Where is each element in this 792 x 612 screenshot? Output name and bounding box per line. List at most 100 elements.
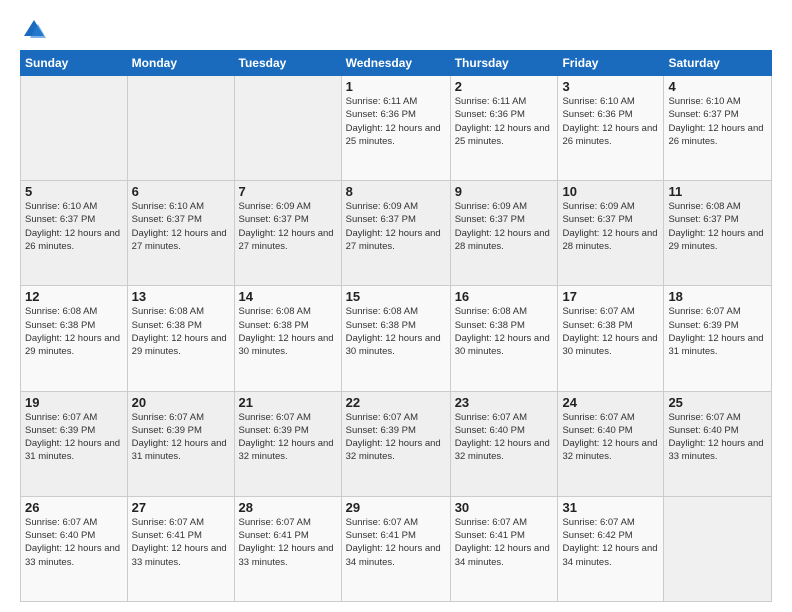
day-number: 13 xyxy=(132,289,230,304)
day-number: 21 xyxy=(239,395,337,410)
day-info: Sunrise: 6:07 AM Sunset: 6:39 PM Dayligh… xyxy=(25,411,123,464)
day-info: Sunrise: 6:07 AM Sunset: 6:40 PM Dayligh… xyxy=(455,411,554,464)
day-number: 25 xyxy=(668,395,767,410)
calendar-cell: 21Sunrise: 6:07 AM Sunset: 6:39 PM Dayli… xyxy=(234,391,341,496)
day-info: Sunrise: 6:08 AM Sunset: 6:38 PM Dayligh… xyxy=(455,305,554,358)
calendar-cell: 25Sunrise: 6:07 AM Sunset: 6:40 PM Dayli… xyxy=(664,391,772,496)
calendar-cell: 31Sunrise: 6:07 AM Sunset: 6:42 PM Dayli… xyxy=(558,496,664,601)
day-info: Sunrise: 6:07 AM Sunset: 6:38 PM Dayligh… xyxy=(562,305,659,358)
weekday-header-wednesday: Wednesday xyxy=(341,51,450,76)
calendar-cell: 19Sunrise: 6:07 AM Sunset: 6:39 PM Dayli… xyxy=(21,391,128,496)
calendar-cell xyxy=(664,496,772,601)
day-number: 4 xyxy=(668,79,767,94)
calendar-cell: 9Sunrise: 6:09 AM Sunset: 6:37 PM Daylig… xyxy=(450,181,558,286)
day-info: Sunrise: 6:09 AM Sunset: 6:37 PM Dayligh… xyxy=(346,200,446,253)
calendar-cell: 16Sunrise: 6:08 AM Sunset: 6:38 PM Dayli… xyxy=(450,286,558,391)
day-info: Sunrise: 6:07 AM Sunset: 6:40 PM Dayligh… xyxy=(25,516,123,569)
calendar-cell: 8Sunrise: 6:09 AM Sunset: 6:37 PM Daylig… xyxy=(341,181,450,286)
day-info: Sunrise: 6:10 AM Sunset: 6:36 PM Dayligh… xyxy=(562,95,659,148)
header xyxy=(20,16,772,40)
day-number: 12 xyxy=(25,289,123,304)
day-info: Sunrise: 6:10 AM Sunset: 6:37 PM Dayligh… xyxy=(668,95,767,148)
day-info: Sunrise: 6:07 AM Sunset: 6:40 PM Dayligh… xyxy=(562,411,659,464)
day-number: 29 xyxy=(346,500,446,515)
day-number: 27 xyxy=(132,500,230,515)
calendar-cell: 4Sunrise: 6:10 AM Sunset: 6:37 PM Daylig… xyxy=(664,76,772,181)
calendar-cell: 3Sunrise: 6:10 AM Sunset: 6:36 PM Daylig… xyxy=(558,76,664,181)
day-number: 16 xyxy=(455,289,554,304)
day-number: 5 xyxy=(25,184,123,199)
day-info: Sunrise: 6:08 AM Sunset: 6:38 PM Dayligh… xyxy=(239,305,337,358)
day-info: Sunrise: 6:08 AM Sunset: 6:38 PM Dayligh… xyxy=(346,305,446,358)
day-info: Sunrise: 6:07 AM Sunset: 6:41 PM Dayligh… xyxy=(239,516,337,569)
calendar-cell: 17Sunrise: 6:07 AM Sunset: 6:38 PM Dayli… xyxy=(558,286,664,391)
day-info: Sunrise: 6:07 AM Sunset: 6:41 PM Dayligh… xyxy=(346,516,446,569)
calendar-cell: 18Sunrise: 6:07 AM Sunset: 6:39 PM Dayli… xyxy=(664,286,772,391)
calendar-cell: 26Sunrise: 6:07 AM Sunset: 6:40 PM Dayli… xyxy=(21,496,128,601)
weekday-header-row: SundayMondayTuesdayWednesdayThursdayFrid… xyxy=(21,51,772,76)
calendar-cell: 11Sunrise: 6:08 AM Sunset: 6:37 PM Dayli… xyxy=(664,181,772,286)
day-number: 3 xyxy=(562,79,659,94)
calendar-cell: 1Sunrise: 6:11 AM Sunset: 6:36 PM Daylig… xyxy=(341,76,450,181)
calendar-cell: 28Sunrise: 6:07 AM Sunset: 6:41 PM Dayli… xyxy=(234,496,341,601)
day-info: Sunrise: 6:09 AM Sunset: 6:37 PM Dayligh… xyxy=(562,200,659,253)
day-number: 22 xyxy=(346,395,446,410)
calendar-cell: 22Sunrise: 6:07 AM Sunset: 6:39 PM Dayli… xyxy=(341,391,450,496)
day-number: 8 xyxy=(346,184,446,199)
day-info: Sunrise: 6:07 AM Sunset: 6:42 PM Dayligh… xyxy=(562,516,659,569)
day-number: 31 xyxy=(562,500,659,515)
calendar-table: SundayMondayTuesdayWednesdayThursdayFrid… xyxy=(20,50,772,602)
calendar-cell: 23Sunrise: 6:07 AM Sunset: 6:40 PM Dayli… xyxy=(450,391,558,496)
calendar-week-row: 19Sunrise: 6:07 AM Sunset: 6:39 PM Dayli… xyxy=(21,391,772,496)
day-info: Sunrise: 6:08 AM Sunset: 6:38 PM Dayligh… xyxy=(25,305,123,358)
day-number: 26 xyxy=(25,500,123,515)
calendar-cell xyxy=(21,76,128,181)
calendar-cell: 10Sunrise: 6:09 AM Sunset: 6:37 PM Dayli… xyxy=(558,181,664,286)
day-info: Sunrise: 6:07 AM Sunset: 6:40 PM Dayligh… xyxy=(668,411,767,464)
day-number: 10 xyxy=(562,184,659,199)
day-info: Sunrise: 6:08 AM Sunset: 6:38 PM Dayligh… xyxy=(132,305,230,358)
calendar-week-row: 12Sunrise: 6:08 AM Sunset: 6:38 PM Dayli… xyxy=(21,286,772,391)
calendar-cell: 15Sunrise: 6:08 AM Sunset: 6:38 PM Dayli… xyxy=(341,286,450,391)
calendar-cell: 2Sunrise: 6:11 AM Sunset: 6:36 PM Daylig… xyxy=(450,76,558,181)
day-number: 14 xyxy=(239,289,337,304)
day-number: 19 xyxy=(25,395,123,410)
calendar-week-row: 1Sunrise: 6:11 AM Sunset: 6:36 PM Daylig… xyxy=(21,76,772,181)
calendar-week-row: 5Sunrise: 6:10 AM Sunset: 6:37 PM Daylig… xyxy=(21,181,772,286)
calendar-cell: 13Sunrise: 6:08 AM Sunset: 6:38 PM Dayli… xyxy=(127,286,234,391)
day-info: Sunrise: 6:10 AM Sunset: 6:37 PM Dayligh… xyxy=(25,200,123,253)
calendar-cell: 6Sunrise: 6:10 AM Sunset: 6:37 PM Daylig… xyxy=(127,181,234,286)
day-number: 23 xyxy=(455,395,554,410)
day-number: 24 xyxy=(562,395,659,410)
calendar-cell: 12Sunrise: 6:08 AM Sunset: 6:38 PM Dayli… xyxy=(21,286,128,391)
day-number: 9 xyxy=(455,184,554,199)
calendar-cell: 29Sunrise: 6:07 AM Sunset: 6:41 PM Dayli… xyxy=(341,496,450,601)
day-info: Sunrise: 6:09 AM Sunset: 6:37 PM Dayligh… xyxy=(455,200,554,253)
day-info: Sunrise: 6:07 AM Sunset: 6:41 PM Dayligh… xyxy=(455,516,554,569)
day-number: 30 xyxy=(455,500,554,515)
day-number: 1 xyxy=(346,79,446,94)
day-number: 2 xyxy=(455,79,554,94)
day-number: 11 xyxy=(668,184,767,199)
day-info: Sunrise: 6:07 AM Sunset: 6:41 PM Dayligh… xyxy=(132,516,230,569)
page: SundayMondayTuesdayWednesdayThursdayFrid… xyxy=(0,0,792,612)
calendar-cell: 27Sunrise: 6:07 AM Sunset: 6:41 PM Dayli… xyxy=(127,496,234,601)
day-number: 28 xyxy=(239,500,337,515)
day-number: 17 xyxy=(562,289,659,304)
day-number: 7 xyxy=(239,184,337,199)
calendar-cell: 30Sunrise: 6:07 AM Sunset: 6:41 PM Dayli… xyxy=(450,496,558,601)
weekday-header-thursday: Thursday xyxy=(450,51,558,76)
calendar-cell xyxy=(127,76,234,181)
weekday-header-friday: Friday xyxy=(558,51,664,76)
weekday-header-sunday: Sunday xyxy=(21,51,128,76)
day-info: Sunrise: 6:11 AM Sunset: 6:36 PM Dayligh… xyxy=(346,95,446,148)
day-number: 6 xyxy=(132,184,230,199)
day-info: Sunrise: 6:07 AM Sunset: 6:39 PM Dayligh… xyxy=(668,305,767,358)
weekday-header-saturday: Saturday xyxy=(664,51,772,76)
logo-icon xyxy=(20,16,48,44)
day-info: Sunrise: 6:07 AM Sunset: 6:39 PM Dayligh… xyxy=(346,411,446,464)
day-info: Sunrise: 6:07 AM Sunset: 6:39 PM Dayligh… xyxy=(239,411,337,464)
day-info: Sunrise: 6:08 AM Sunset: 6:37 PM Dayligh… xyxy=(668,200,767,253)
day-info: Sunrise: 6:09 AM Sunset: 6:37 PM Dayligh… xyxy=(239,200,337,253)
weekday-header-monday: Monday xyxy=(127,51,234,76)
